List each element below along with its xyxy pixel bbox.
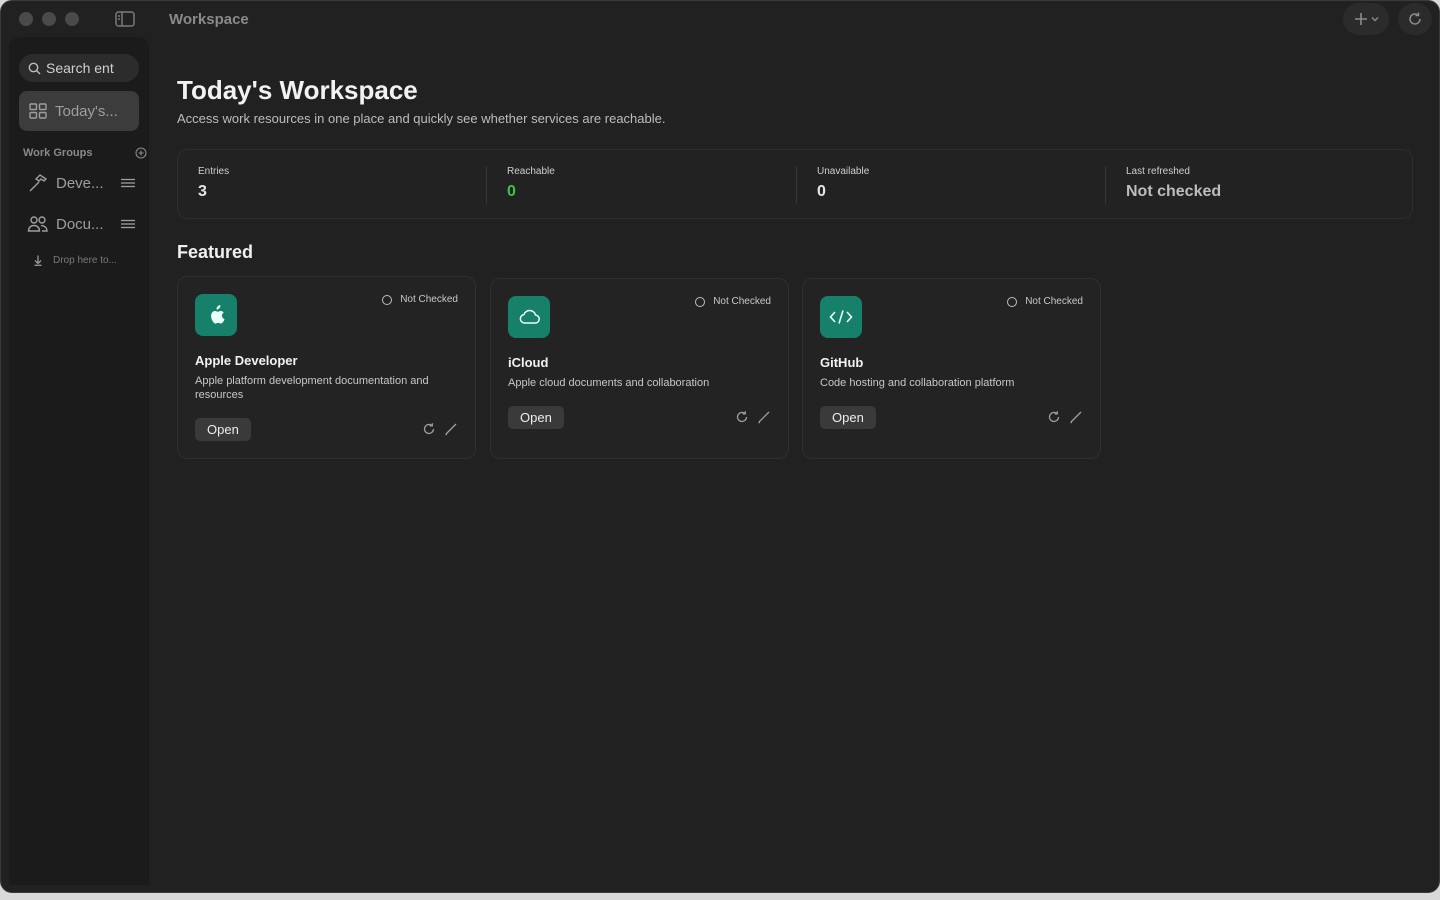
sidebar-item-today[interactable]: Today's...	[19, 91, 139, 131]
search-field[interactable]	[19, 54, 139, 82]
window-controls	[19, 12, 79, 26]
close-window-button[interactable]	[19, 12, 33, 26]
plus-icon	[1354, 13, 1367, 25]
cloud-icon	[508, 296, 550, 338]
drop-zone[interactable]: Drop here to...	[33, 255, 117, 266]
stat-label: Last refreshed	[1126, 166, 1190, 177]
refresh-icon[interactable]	[422, 422, 436, 436]
add-entry-button[interactable]	[1343, 3, 1389, 35]
card-actions	[735, 410, 771, 424]
stat-label: Unavailable	[817, 166, 870, 177]
open-button[interactable]: Open	[195, 418, 251, 441]
entry-card-icloud[interactable]: Not Checked iCloud Apple cloud documents…	[490, 278, 789, 459]
open-button[interactable]: Open	[820, 406, 876, 429]
window-title: Workspace	[169, 11, 249, 28]
hammer-icon	[29, 174, 48, 192]
featured-section-title: Featured	[177, 242, 254, 262]
entry-name: iCloud	[508, 355, 549, 370]
card-actions	[422, 422, 458, 436]
open-button[interactable]: Open	[508, 406, 564, 429]
work-groups-header: Work Groups	[23, 147, 147, 159]
edit-icon[interactable]	[444, 422, 458, 436]
stat-label: Entries	[198, 166, 230, 177]
entry-description: Apple cloud documents and collaboration	[508, 377, 710, 389]
entry-name: Apple Developer	[195, 353, 298, 368]
summary-stats: Entries 3 Reachable 0 Unavailable 0 Last…	[177, 149, 1413, 219]
status-text: Not Checked	[713, 296, 771, 307]
drop-hint-text: Drop here to...	[53, 255, 117, 266]
app-window: Workspace Search ent Today's... Work Gro…	[0, 0, 1440, 893]
refresh-icon	[1409, 12, 1421, 25]
status-text: Not Checked	[1025, 296, 1083, 307]
card-actions	[1047, 410, 1083, 424]
page-subtitle: Access work resources in one place and q…	[177, 111, 666, 126]
edit-icon[interactable]	[1069, 410, 1083, 424]
status-badge: Not Checked	[382, 294, 458, 305]
stat-value: 3	[198, 183, 207, 200]
status-dot-icon	[695, 296, 706, 307]
people-icon	[27, 216, 48, 232]
chevron-down-icon	[1371, 17, 1378, 22]
drag-handle-icon[interactable]	[121, 178, 135, 188]
sidebar-item-label: Deve...	[56, 174, 104, 192]
entry-card-apple-developer[interactable]: Not Checked Apple Developer Apple platfo…	[177, 276, 476, 459]
drag-handle-icon[interactable]	[121, 219, 135, 229]
title-bar: Workspace	[1, 1, 1439, 37]
divider	[486, 166, 487, 204]
refresh-icon[interactable]	[1047, 410, 1061, 424]
status-badge: Not Checked	[1007, 296, 1083, 307]
sidebar: Today's... Work Groups Deve... Docu...	[9, 37, 149, 885]
sidebar-item-label: Today's...	[55, 102, 118, 120]
status-dot-icon	[1007, 296, 1018, 307]
entry-name: GitHub	[820, 355, 864, 370]
add-group-icon[interactable]	[135, 147, 147, 159]
edit-icon[interactable]	[757, 410, 771, 424]
search-input[interactable]	[46, 60, 131, 76]
status-text: Not Checked	[400, 294, 458, 305]
stat-entries: Entries 3	[198, 166, 229, 201]
minimize-window-button[interactable]	[42, 12, 56, 26]
work-groups-label: Work Groups	[23, 147, 93, 159]
divider	[1105, 166, 1106, 204]
stat-value: 0	[507, 183, 516, 200]
entry-description: Apple platform development documentation…	[195, 375, 429, 401]
sidebar-item-label: Docu...	[56, 215, 104, 233]
sidebar-toggle-icon[interactable]	[114, 10, 136, 28]
divider	[796, 166, 797, 204]
stat-last-refreshed: Last refreshed Not checked	[1126, 166, 1221, 201]
entry-description: Code hosting and collaboration platform	[820, 377, 1015, 389]
stat-label: Reachable	[507, 166, 555, 177]
stat-unavailable: Unavailable 0	[817, 166, 869, 201]
stat-reachable: Reachable 0	[507, 166, 555, 201]
apple-icon	[195, 294, 237, 336]
refresh-icon[interactable]	[735, 410, 749, 424]
refresh-all-button[interactable]	[1398, 3, 1432, 35]
page-title: Today's Workspace	[177, 75, 418, 105]
zoom-window-button[interactable]	[65, 12, 79, 26]
sidebar-item-documentation[interactable]: Docu...	[27, 211, 135, 237]
stat-value: 0	[817, 183, 826, 200]
stat-value: Not checked	[1126, 183, 1222, 200]
code-icon	[820, 296, 862, 338]
status-dot-icon	[382, 294, 393, 305]
arrow-down-icon	[34, 255, 42, 266]
status-badge: Not Checked	[695, 296, 771, 307]
sidebar-item-development[interactable]: Deve...	[27, 170, 135, 196]
search-icon	[28, 62, 41, 74]
grid-icon	[29, 103, 47, 119]
entry-card-github[interactable]: Not Checked GitHub Code hosting and coll…	[802, 278, 1101, 459]
